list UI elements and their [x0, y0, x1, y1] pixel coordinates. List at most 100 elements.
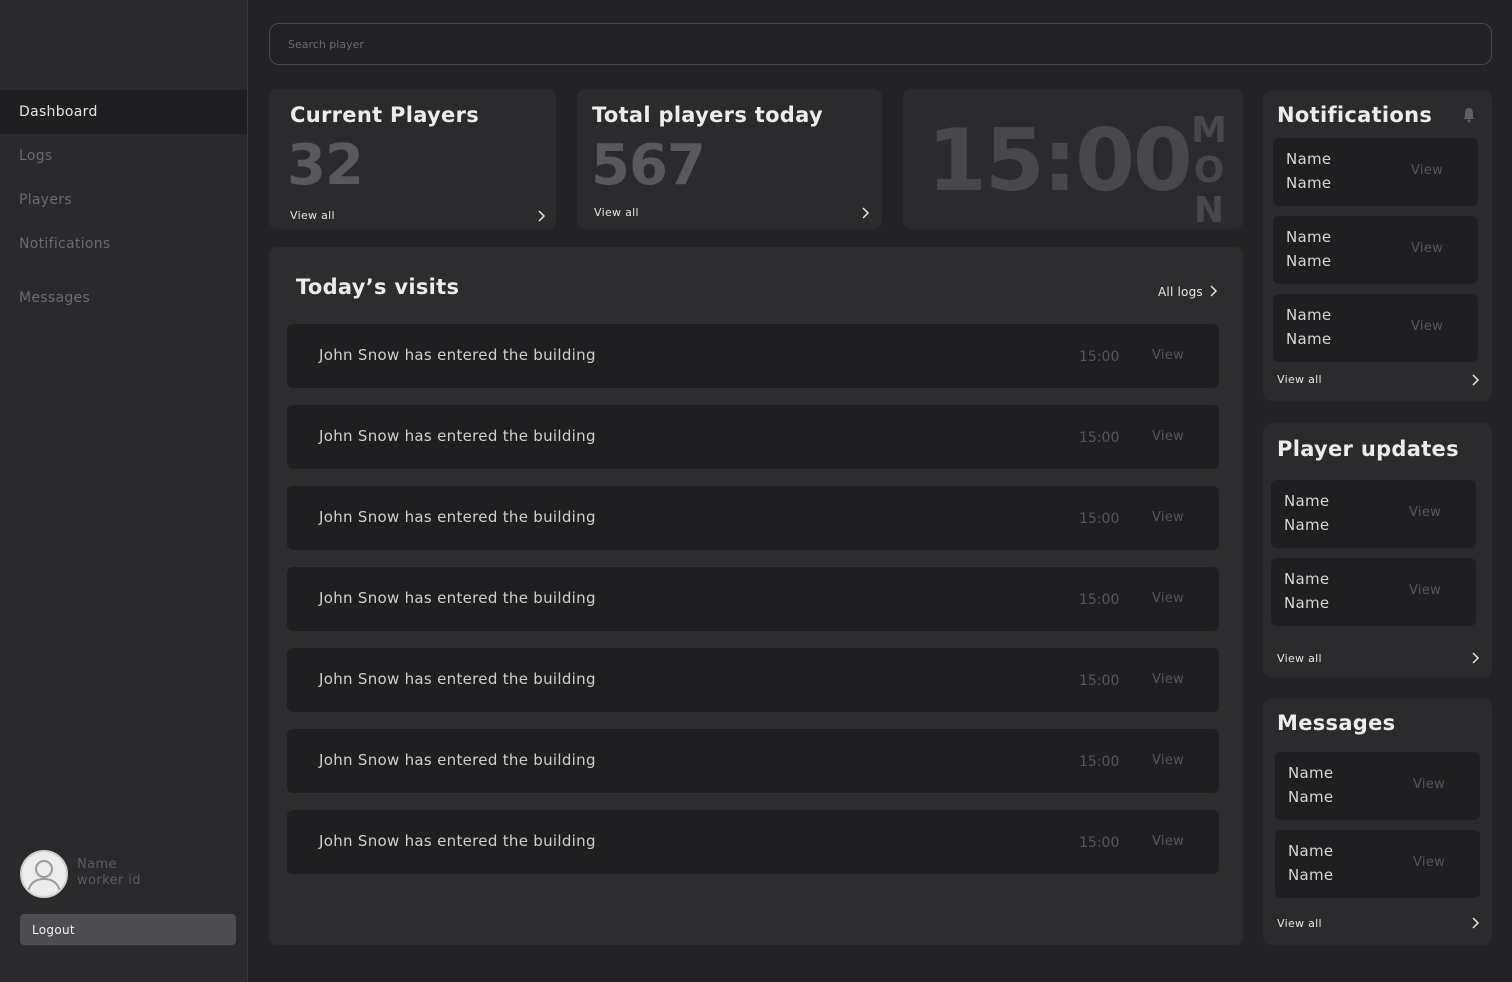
player-updates-panel: Player updates Name Name View Name Name …: [1263, 423, 1492, 677]
todays-visits-title: Today’s visits: [296, 275, 460, 299]
visit-time: 15:00: [1079, 673, 1120, 689]
item-view-button[interactable]: View: [1409, 505, 1441, 520]
messages-view-all[interactable]: View all: [1277, 917, 1322, 930]
item-first-name: Name: [1288, 842, 1334, 860]
item-last-name: Name: [1286, 174, 1332, 192]
total-players-view-all[interactable]: View all: [594, 206, 639, 219]
visit-time: 15:00: [1079, 430, 1120, 446]
chevron-right-icon[interactable]: [1469, 651, 1481, 665]
sidebar-item-players[interactable]: Players: [0, 178, 247, 222]
user-worker-id: worker id: [77, 873, 141, 888]
visit-text: John Snow has entered the building: [319, 670, 596, 688]
total-players-card: Total players today 567 View all: [577, 89, 882, 229]
chevron-right-icon: [1210, 285, 1217, 297]
item-last-name: Name: [1288, 866, 1334, 884]
message-item[interactable]: Name Name View: [1275, 830, 1480, 898]
item-first-name: Name: [1284, 492, 1330, 510]
search-input[interactable]: [270, 24, 1491, 64]
visit-time: 15:00: [1079, 592, 1120, 608]
current-players-count: 32: [287, 133, 364, 198]
current-players-title: Current Players: [290, 103, 480, 127]
player-updates-view-all[interactable]: View all: [1277, 652, 1322, 665]
visit-view-button[interactable]: View: [1152, 429, 1184, 444]
player-update-item[interactable]: Name Name View: [1271, 558, 1476, 626]
visit-text: John Snow has entered the building: [319, 751, 596, 769]
current-players-card: Current Players 32 View all: [269, 89, 556, 229]
visit-row[interactable]: John Snow has entered the building 15:00…: [287, 405, 1219, 469]
visit-row[interactable]: John Snow has entered the building 15:00…: [287, 810, 1219, 874]
day-letter: M: [1191, 110, 1227, 151]
item-last-name: Name: [1286, 252, 1332, 270]
visit-text: John Snow has entered the building: [319, 589, 596, 607]
item-last-name: Name: [1284, 594, 1330, 612]
visit-text: John Snow has entered the building: [319, 346, 596, 364]
visit-row[interactable]: John Snow has entered the building 15:00…: [287, 486, 1219, 550]
player-update-item[interactable]: Name Name View: [1271, 480, 1476, 548]
visit-view-button[interactable]: View: [1152, 753, 1184, 768]
notification-item[interactable]: Name Name View: [1273, 294, 1478, 362]
clock-day: M O N: [1189, 111, 1229, 231]
messages-panel: Messages Name Name View Name Name View V…: [1263, 699, 1492, 945]
visit-view-button[interactable]: View: [1152, 672, 1184, 687]
item-last-name: Name: [1284, 516, 1330, 534]
item-view-button[interactable]: View: [1413, 777, 1445, 792]
visit-time: 15:00: [1079, 835, 1120, 851]
sidebar-item-logs[interactable]: Logs: [0, 134, 247, 178]
day-letter: O: [1193, 150, 1225, 191]
player-updates-title: Player updates: [1277, 437, 1459, 461]
messages-title: Messages: [1277, 711, 1396, 735]
dashboard-app: Dashboard Logs Players Notifications Mes…: [0, 0, 1512, 982]
visit-row[interactable]: John Snow has entered the building 15:00…: [287, 648, 1219, 712]
search-bar: [269, 23, 1492, 65]
visit-view-button[interactable]: View: [1152, 510, 1184, 525]
sidebar: Dashboard Logs Players Notifications Mes…: [0, 0, 248, 982]
todays-visits-panel: Today’s visits All logs John Snow has en…: [269, 247, 1243, 945]
user-name: Name: [77, 857, 117, 872]
item-view-button[interactable]: View: [1409, 583, 1441, 598]
user-icon: [27, 860, 61, 893]
chevron-right-icon[interactable]: [1469, 916, 1481, 930]
notifications-view-all[interactable]: View all: [1277, 373, 1322, 386]
all-logs-link[interactable]: All logs: [1158, 284, 1219, 299]
item-first-name: Name: [1286, 306, 1332, 324]
chevron-right-icon[interactable]: [859, 206, 871, 220]
bell-icon[interactable]: [1462, 107, 1476, 123]
visit-time: 15:00: [1079, 754, 1120, 770]
notifications-panel: Notifications Name Name View Name Name V…: [1263, 91, 1492, 401]
sidebar-item-dashboard[interactable]: Dashboard: [0, 90, 247, 134]
notification-item[interactable]: Name Name View: [1273, 138, 1478, 206]
item-view-button[interactable]: View: [1411, 241, 1443, 256]
chevron-right-icon[interactable]: [1469, 373, 1481, 387]
visit-row[interactable]: John Snow has entered the building 15:00…: [287, 324, 1219, 388]
visit-row[interactable]: John Snow has entered the building 15:00…: [287, 567, 1219, 631]
all-logs-label: All logs: [1158, 285, 1203, 299]
item-first-name: Name: [1284, 570, 1330, 588]
sidebar-item-notifications[interactable]: Notifications: [0, 222, 247, 266]
visit-view-button[interactable]: View: [1152, 591, 1184, 606]
visit-view-button[interactable]: View: [1152, 834, 1184, 849]
avatar[interactable]: [20, 850, 68, 898]
notifications-title: Notifications: [1277, 103, 1433, 127]
sidebar-item-messages[interactable]: Messages: [0, 276, 247, 320]
visit-text: John Snow has entered the building: [319, 832, 596, 850]
item-first-name: Name: [1286, 228, 1332, 246]
message-item[interactable]: Name Name View: [1275, 752, 1480, 820]
logout-button[interactable]: Logout: [20, 914, 236, 945]
day-letter: N: [1193, 190, 1225, 231]
item-view-button[interactable]: View: [1411, 319, 1443, 334]
clock-card: 15:00 M O N: [903, 89, 1243, 231]
item-last-name: Name: [1286, 330, 1332, 348]
item-first-name: Name: [1288, 764, 1334, 782]
current-players-view-all[interactable]: View all: [290, 209, 335, 222]
visit-row[interactable]: John Snow has entered the building 15:00…: [287, 729, 1219, 793]
chevron-right-icon[interactable]: [535, 209, 547, 223]
notification-item[interactable]: Name Name View: [1273, 216, 1478, 284]
clock-time: 15:00: [927, 111, 1193, 211]
total-players-title: Total players today: [592, 103, 823, 127]
visit-time: 15:00: [1079, 349, 1120, 365]
total-players-count: 567: [591, 133, 706, 198]
item-view-button[interactable]: View: [1413, 855, 1445, 870]
item-first-name: Name: [1286, 150, 1332, 168]
visit-view-button[interactable]: View: [1152, 348, 1184, 363]
item-view-button[interactable]: View: [1411, 163, 1443, 178]
